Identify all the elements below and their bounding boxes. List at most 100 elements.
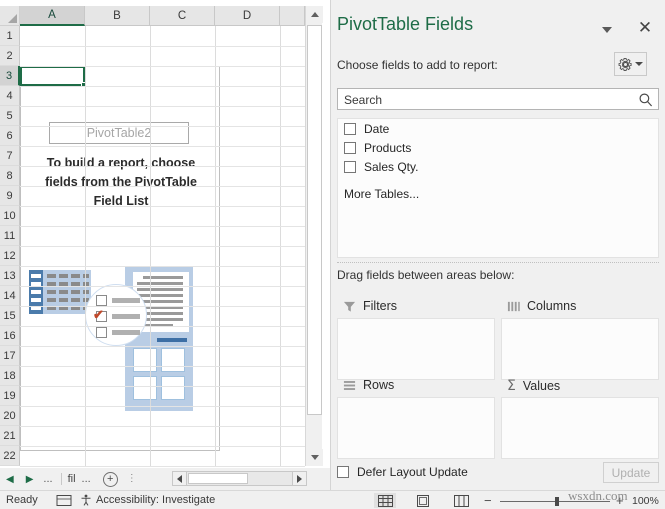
- gridline-horizontal: [20, 226, 305, 227]
- close-icon[interactable]: ✕: [636, 19, 654, 37]
- pivottable-placeholder[interactable]: PivotTable2 To build a report, choose fi…: [20, 66, 220, 451]
- sheet-nav-ellipsis[interactable]: ...: [39, 473, 56, 485]
- filters-drop-area[interactable]: [337, 318, 495, 380]
- vertical-scrollbar[interactable]: [305, 6, 323, 466]
- page-layout-view-icon[interactable]: [412, 493, 434, 508]
- row-header-22[interactable]: 22: [0, 446, 20, 466]
- gridline-horizontal: [20, 166, 305, 167]
- row-header-6[interactable]: 6: [0, 126, 20, 146]
- horizontal-scroll-thumb[interactable]: [188, 473, 248, 484]
- column-header-a[interactable]: A: [20, 6, 85, 26]
- row-header-16[interactable]: 16: [0, 326, 20, 346]
- cell-grid[interactable]: PivotTable2 To build a report, choose fi…: [20, 26, 305, 467]
- accessibility-status[interactable]: Accessibility: Investigate: [80, 494, 215, 506]
- field-checkbox[interactable]: [344, 160, 356, 173]
- row-header-14[interactable]: 14: [0, 286, 20, 306]
- column-header-c[interactable]: C: [150, 6, 215, 26]
- defer-layout-update-checkbox[interactable]: [337, 466, 349, 478]
- columns-icon: [507, 301, 520, 311]
- row-header-3[interactable]: 3: [0, 66, 20, 86]
- field-checkbox[interactable]: [344, 122, 356, 135]
- row-header-2[interactable]: 2: [0, 46, 20, 66]
- illustration-tile: [133, 376, 157, 400]
- gridline-horizontal: [20, 266, 305, 267]
- field-item-sales-qty[interactable]: Sales Qty.: [338, 157, 658, 176]
- gridline-horizontal: [20, 466, 305, 467]
- chevron-down-icon[interactable]: [599, 22, 615, 38]
- gear-dropdown-caret-icon: [635, 62, 643, 66]
- row-header-18[interactable]: 18: [0, 366, 20, 386]
- sheet-tab-fil[interactable]: fil: [66, 473, 78, 485]
- illustration-tile: [161, 348, 185, 372]
- gridline-horizontal: [20, 306, 305, 307]
- scroll-down-button[interactable]: [306, 449, 323, 466]
- add-sheet-button[interactable]: +: [102, 471, 118, 487]
- more-tables-link[interactable]: More Tables...: [344, 187, 419, 201]
- row-header-12[interactable]: 12: [0, 246, 20, 266]
- gridline-horizontal: [20, 146, 305, 147]
- search-box[interactable]: [337, 88, 659, 110]
- gridline-horizontal: [20, 46, 305, 47]
- field-list[interactable]: Date Products Sales Qty. More Tables...: [337, 118, 659, 258]
- status-ready-label: Ready: [6, 494, 38, 506]
- select-all-triangle-icon: [8, 14, 17, 23]
- row-header-15[interactable]: 15: [0, 306, 20, 326]
- column-header-d[interactable]: D: [215, 6, 280, 26]
- scroll-up-button[interactable]: [306, 6, 323, 23]
- page-break-view-icon[interactable]: [450, 493, 472, 508]
- sheet-next-button[interactable]: ▶: [20, 474, 40, 485]
- search-input[interactable]: [342, 91, 632, 108]
- record-macro-icon[interactable]: [56, 494, 72, 509]
- row-header-11[interactable]: 11: [0, 226, 20, 246]
- scroll-right-button[interactable]: [292, 472, 306, 485]
- field-checkbox[interactable]: [344, 141, 356, 154]
- zoom-slider-thumb[interactable]: [555, 497, 559, 506]
- pivottable-fields-pane: PivotTable Fields ✕ Choose fields to add…: [330, 0, 665, 490]
- row-headers: 1 2 3 4 5 6 7 8 9 10 11 12 13 14 15 16 17 18 19 20 21 22: [0, 26, 20, 466]
- field-list-tools-button[interactable]: [614, 52, 647, 76]
- search-icon[interactable]: [638, 92, 654, 113]
- row-header-20[interactable]: 20: [0, 406, 20, 426]
- row-header-1[interactable]: 1: [0, 26, 20, 46]
- row-header-7[interactable]: 7: [0, 146, 20, 166]
- column-header-b[interactable]: B: [85, 6, 150, 26]
- zoom-level-label[interactable]: 100%: [632, 495, 659, 507]
- row-header-10[interactable]: 10: [0, 206, 20, 226]
- zoom-out-button[interactable]: −: [484, 494, 492, 507]
- filters-area-label: Filters: [363, 299, 398, 313]
- select-all-corner[interactable]: [0, 6, 20, 26]
- filters-area-header: Filters: [343, 299, 397, 313]
- row-header-4[interactable]: 4: [0, 86, 20, 106]
- column-header-partial[interactable]: [280, 6, 305, 26]
- vertical-scroll-thumb[interactable]: [307, 25, 322, 415]
- scroll-left-button[interactable]: [173, 472, 187, 485]
- defer-layout-update-row[interactable]: Defer Layout Update: [337, 465, 468, 479]
- sheet-prev-button[interactable]: ◀: [0, 474, 20, 485]
- pane-divider: [337, 262, 659, 263]
- values-drop-area[interactable]: [501, 397, 659, 459]
- horizontal-scrollbar[interactable]: [172, 471, 307, 486]
- row-header-19[interactable]: 19: [0, 386, 20, 406]
- row-header-8[interactable]: 8: [0, 166, 20, 186]
- row-header-13[interactable]: 13: [0, 266, 20, 286]
- row-header-21[interactable]: 21: [0, 426, 20, 446]
- rows-drop-area[interactable]: [337, 397, 495, 459]
- gridline-horizontal: [20, 446, 305, 447]
- drag-fields-label: Drag fields between areas below:: [337, 268, 515, 282]
- defer-layout-update-label: Defer Layout Update: [357, 465, 468, 479]
- fill-handle[interactable]: [81, 82, 87, 88]
- row-header-9[interactable]: 9: [0, 186, 20, 206]
- status-bar: Ready Accessibility: Investigate − + 100…: [0, 490, 665, 509]
- field-item-date[interactable]: Date: [338, 119, 658, 138]
- normal-view-icon[interactable]: [374, 493, 396, 508]
- update-button[interactable]: Update: [603, 462, 659, 483]
- spreadsheet-area: ABCD 1 2 3 4 5 6 7 8 9 10 11 12 13 14 15 16 17 18 19 20 21 22…: [0, 0, 330, 490]
- columns-drop-area[interactable]: [501, 318, 659, 380]
- sheet-more-button[interactable]: ⋮: [127, 474, 137, 484]
- row-header-5[interactable]: 5: [0, 106, 20, 126]
- active-cell-selection[interactable]: [20, 66, 87, 88]
- field-label: Date: [364, 121, 390, 136]
- row-header-17[interactable]: 17: [0, 346, 20, 366]
- field-item-products[interactable]: Products: [338, 138, 658, 157]
- sheet-tab-ellipsis[interactable]: ...: [78, 473, 95, 485]
